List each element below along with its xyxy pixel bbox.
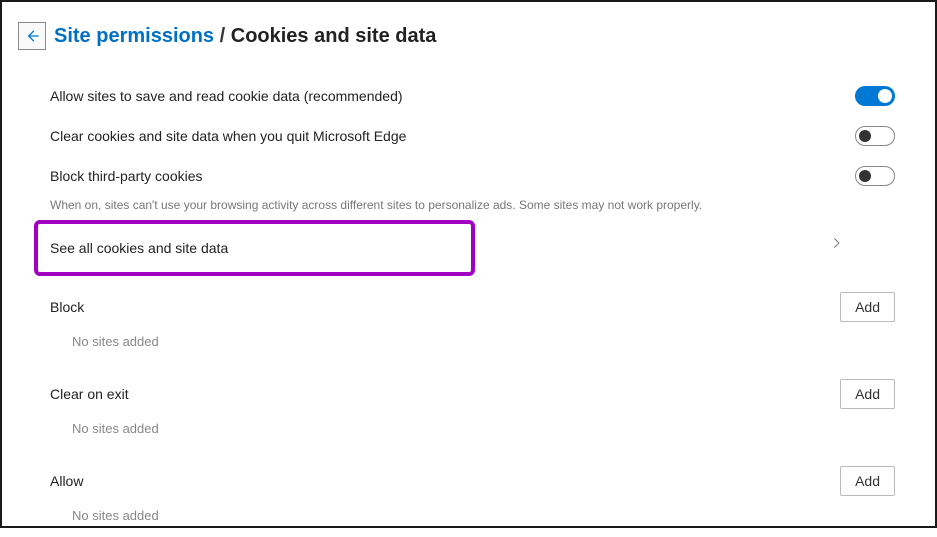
setting-label: Allow sites to save and read cookie data… (50, 88, 403, 104)
see-all-label: See all cookies and site data (50, 240, 228, 256)
clear-on-exit-section: Clear on exit Add No sites added (50, 375, 895, 450)
setting-clear-on-quit: Clear cookies and site data when you qui… (50, 116, 895, 156)
block-section: Block Add No sites added (50, 288, 895, 363)
setting-allow-cookies: Allow sites to save and read cookie data… (50, 76, 895, 116)
see-all-container: See all cookies and site data (50, 220, 895, 276)
breadcrumb-link[interactable]: Site permissions (54, 25, 214, 47)
block-third-party-toggle[interactable] (855, 166, 895, 186)
breadcrumb-separator: / (220, 25, 226, 47)
allow-cookies-toggle[interactable] (855, 86, 895, 106)
chevron-right-icon (829, 236, 843, 250)
setting-description: When on, sites can't use your browsing a… (50, 198, 895, 212)
page-header: Site permissions / Cookies and site data (18, 22, 895, 50)
setting-label: Block third-party cookies (50, 168, 203, 184)
allow-add-button[interactable]: Add (840, 466, 895, 496)
highlight-annotation: See all cookies and site data (34, 220, 475, 276)
breadcrumb: Site permissions / Cookies and site data (54, 25, 436, 48)
breadcrumb-current: Cookies and site data (231, 25, 437, 47)
back-button[interactable] (18, 22, 46, 50)
back-arrow-icon (24, 28, 40, 44)
allow-section: Allow Add No sites added (50, 462, 895, 537)
setting-label: Clear cookies and site data when you qui… (50, 128, 406, 144)
section-title: Block (50, 299, 84, 315)
see-all-cookies-link[interactable]: See all cookies and site data (50, 233, 461, 263)
block-add-button[interactable]: Add (840, 292, 895, 322)
clear-on-exit-empty-text: No sites added (50, 413, 895, 450)
block-empty-text: No sites added (50, 326, 895, 363)
section-title: Allow (50, 473, 83, 489)
allow-empty-text: No sites added (50, 500, 895, 537)
clear-on-quit-toggle[interactable] (855, 126, 895, 146)
setting-block-third-party: Block third-party cookies When on, sites… (50, 156, 895, 212)
clear-on-exit-add-button[interactable]: Add (840, 379, 895, 409)
section-title: Clear on exit (50, 386, 129, 402)
chevron-container (829, 236, 843, 255)
